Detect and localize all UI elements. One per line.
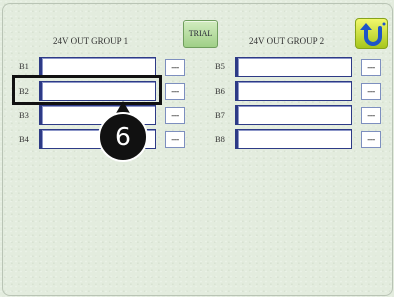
row-label-b1: B1: [19, 61, 29, 71]
select-button-b7[interactable]: ---: [361, 107, 381, 124]
select-button-b6[interactable]: ---: [361, 83, 381, 100]
select-button-b3[interactable]: ---: [165, 107, 185, 124]
row-label-b6: B6: [215, 86, 225, 96]
select-button-b1[interactable]: ---: [165, 59, 185, 76]
group1-title: 24V OUT GROUP 1: [53, 36, 129, 46]
back-button[interactable]: [355, 18, 388, 49]
group2-title: 24V OUT GROUP 2: [249, 36, 325, 46]
field-b7[interactable]: [235, 105, 352, 125]
field-b1[interactable]: [39, 57, 156, 77]
row-label-b8: B8: [215, 134, 225, 144]
trial-button[interactable]: TRIAL: [183, 20, 218, 48]
row-label-b5: B5: [215, 61, 225, 71]
field-b6[interactable]: [235, 81, 352, 101]
field-b8[interactable]: [235, 129, 352, 149]
row-label-b4: B4: [19, 134, 29, 144]
select-button-b4[interactable]: ---: [165, 131, 185, 148]
callout-number: 6: [115, 122, 131, 151]
row-label-b3: B3: [19, 110, 29, 120]
select-button-b8[interactable]: ---: [361, 131, 381, 148]
select-button-b5[interactable]: ---: [361, 59, 381, 76]
return-arrow-icon: [360, 22, 386, 46]
screen-background: 24V OUT GROUP 1 24V OUT GROUP 2 TRIAL B1…: [0, 0, 394, 297]
row-label-b7: B7: [215, 110, 225, 120]
select-button-b2[interactable]: ---: [165, 83, 185, 100]
field-b5[interactable]: [235, 57, 352, 77]
